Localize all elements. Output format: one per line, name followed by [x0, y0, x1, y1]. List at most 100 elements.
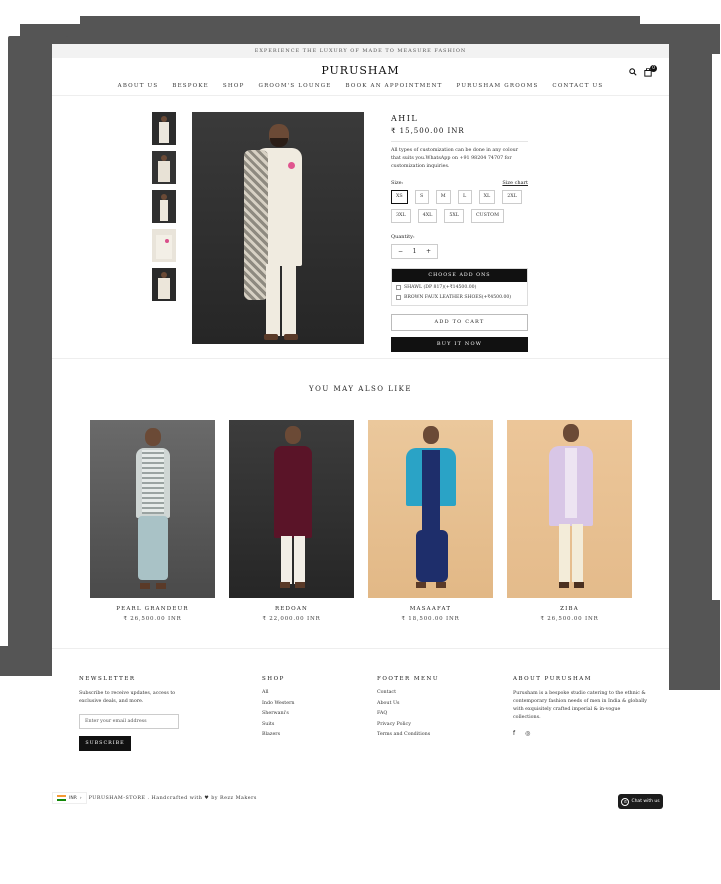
newsletter-text: Subscribe to receive updates, access to … — [79, 691, 176, 704]
nav-purusham-grooms[interactable]: PURUSHAM GROOMS — [457, 83, 539, 89]
recommendation-grid: PEARL GRANDEUR ₹ 26,500.00 INR REDOAN ₹ … — [90, 420, 632, 622]
product-thumbnail[interactable] — [152, 190, 176, 223]
product-card-image[interactable] — [507, 420, 632, 598]
brand-logo[interactable]: PURUSHAM — [52, 64, 669, 77]
product-thumbnail[interactable] — [152, 229, 176, 262]
product-card-price: ₹ 22,000.00 INR — [262, 616, 321, 622]
main-nav: ABOUT US BESPOKE SHOP GROOM'S LOUNGE BOO… — [52, 83, 669, 89]
product-thumbnail[interactable] — [152, 268, 176, 301]
also-like-heading: YOU MAY ALSO LIKE — [309, 385, 412, 393]
frame-bottom-left — [0, 646, 60, 676]
product-title: AHIL — [391, 114, 419, 123]
footer-menu: FOOTER MENU Contact About Us FAQ Privacy… — [377, 676, 477, 743]
quantity-minus-button[interactable]: − — [398, 248, 403, 255]
product-thumbnail[interactable] — [152, 112, 176, 145]
size-options: XS S M L XL 2XL 3XL 4XL 5XL CUSTOM — [391, 190, 528, 223]
copyright: PURUSHAM-STORE . Handcrafted with ♥ by R… — [88, 795, 257, 801]
quantity-stepper: − 1 + — [391, 244, 438, 259]
footer-link[interactable]: Privacy Policy — [377, 722, 477, 727]
footer-divider — [52, 648, 669, 649]
frame-bottom-right — [668, 600, 720, 690]
nav-grooms-lounge[interactable]: GROOM'S LOUNGE — [258, 83, 331, 89]
buy-now-button[interactable]: BUY IT NOW — [391, 337, 528, 352]
newsletter-title: NEWSLETTER — [79, 676, 136, 682]
product-card-name[interactable]: ZIBA — [507, 606, 632, 612]
currency-code: INR — [69, 795, 77, 801]
product-info: AHIL ₹ 15,500.00 INR All types of custom… — [391, 114, 528, 352]
footer-link[interactable]: Blazers — [262, 732, 352, 737]
product-main-image[interactable] — [192, 112, 364, 344]
addon-label: BROWN FAUX LEATHER SHOES(+₹4500.00) — [404, 295, 512, 300]
footer-link[interactable]: All — [262, 690, 352, 695]
instagram-icon[interactable]: ◎ — [525, 730, 530, 737]
size-option[interactable]: 5XL — [444, 209, 464, 223]
size-chart-link[interactable]: Size chart — [502, 180, 528, 186]
cart-icon[interactable]: 0 — [644, 65, 657, 80]
addon-option[interactable]: SHAWL (DP 817)(+₹14500.00) — [392, 282, 527, 292]
facebook-icon[interactable]: f — [513, 730, 515, 737]
footer-link[interactable]: Suits — [262, 722, 352, 727]
size-option[interactable]: 2XL — [502, 190, 522, 204]
currency-selector[interactable]: INR › — [52, 792, 87, 804]
size-option[interactable]: L — [457, 190, 472, 204]
subscribe-button[interactable]: SUBSCRIBE — [79, 736, 131, 751]
product-description: All types of customization can be done i… — [391, 148, 518, 169]
nav-book-appointment[interactable]: BOOK AN APPOINTMENT — [346, 83, 443, 89]
social-links: f ◎ — [513, 730, 648, 737]
product-card[interactable]: ZIBA ₹ 26,500.00 INR — [507, 420, 632, 622]
size-option[interactable]: 4XL — [417, 209, 438, 223]
add-to-cart-button[interactable]: ADD TO CART — [391, 314, 528, 331]
nav-bespoke[interactable]: BESPOKE — [172, 83, 209, 89]
nav-shop[interactable]: SHOP — [223, 83, 245, 89]
footer-link[interactable]: Indo Western — [262, 701, 352, 706]
size-option[interactable]: M — [435, 190, 451, 204]
footer-shop: SHOP All Indo Western Sherwani's Suits B… — [262, 676, 352, 743]
size-option[interactable]: S — [414, 190, 429, 204]
product-thumbnail[interactable] — [152, 151, 176, 184]
product-card-image[interactable] — [368, 420, 493, 598]
cart-count-badge: 0 — [650, 65, 657, 72]
footer-link[interactable]: Sherwani's — [262, 711, 352, 716]
addon-label: SHAWL (DP 817)(+₹14500.00) — [404, 285, 477, 290]
product-card-name[interactable]: PEARL GRANDEUR — [90, 606, 215, 612]
whatsapp-chat-button[interactable]: ✆ Chat with us — [618, 794, 663, 809]
divider — [391, 141, 528, 142]
section-divider — [52, 358, 669, 359]
site-header: PURUSHAM ABOUT US BESPOKE SHOP GROOM'S L… — [52, 58, 669, 96]
footer-newsletter: NEWSLETTER Subscribe to receive updates,… — [79, 676, 189, 751]
about-title: ABOUT PURUSHAM — [513, 676, 592, 682]
storefront-page: EXPERIENCE THE LUXURY OF MADE TO MEASURE… — [52, 44, 669, 824]
addons-box: CHOOSE ADD ONS SHAWL (DP 817)(+₹14500.00… — [391, 268, 528, 306]
footer-link[interactable]: FAQ — [377, 711, 477, 716]
shop-title: SHOP — [262, 676, 285, 682]
about-text: Purusham is a bespoke studio catering to… — [513, 691, 647, 720]
product-card-name[interactable]: MASAAFAT — [368, 606, 493, 612]
product-card[interactable]: MASAAFAT ₹ 18,500.00 INR — [368, 420, 493, 622]
footer-menu-title: FOOTER MENU — [377, 676, 440, 682]
checkbox-icon[interactable] — [396, 295, 401, 300]
footer-link[interactable]: About Us — [377, 701, 477, 706]
addon-option[interactable]: BROWN FAUX LEATHER SHOES(+₹4500.00) — [392, 292, 527, 305]
product-card[interactable]: PEARL GRANDEUR ₹ 26,500.00 INR — [90, 420, 215, 622]
chevron-down-icon: › — [79, 795, 82, 801]
product-card-image[interactable] — [90, 420, 215, 598]
product-card-price: ₹ 18,500.00 INR — [401, 616, 460, 622]
quantity-plus-button[interactable]: + — [426, 248, 431, 255]
checkbox-icon[interactable] — [396, 285, 401, 290]
size-option[interactable]: XS — [391, 190, 408, 204]
footer-link[interactable]: Terms and Conditions — [377, 732, 477, 737]
product-card-name[interactable]: REDOAN — [229, 606, 354, 612]
nav-about-us[interactable]: ABOUT US — [118, 83, 159, 89]
product-card-image[interactable] — [229, 420, 354, 598]
email-field[interactable]: Enter your email address — [79, 714, 179, 729]
size-option[interactable]: CUSTOM — [470, 209, 505, 223]
footer-link[interactable]: Contact — [377, 690, 477, 695]
size-option[interactable]: 3XL — [391, 209, 411, 223]
nav-contact-us[interactable]: CONTACT US — [552, 83, 603, 89]
size-option[interactable]: XL — [478, 190, 496, 204]
product-card-price: ₹ 26,500.00 INR — [123, 616, 182, 622]
addons-title: CHOOSE ADD ONS — [392, 269, 527, 282]
product-card[interactable]: REDOAN ₹ 22,000.00 INR — [229, 420, 354, 622]
quantity-value[interactable]: 1 — [413, 248, 417, 255]
search-icon[interactable] — [629, 68, 637, 79]
